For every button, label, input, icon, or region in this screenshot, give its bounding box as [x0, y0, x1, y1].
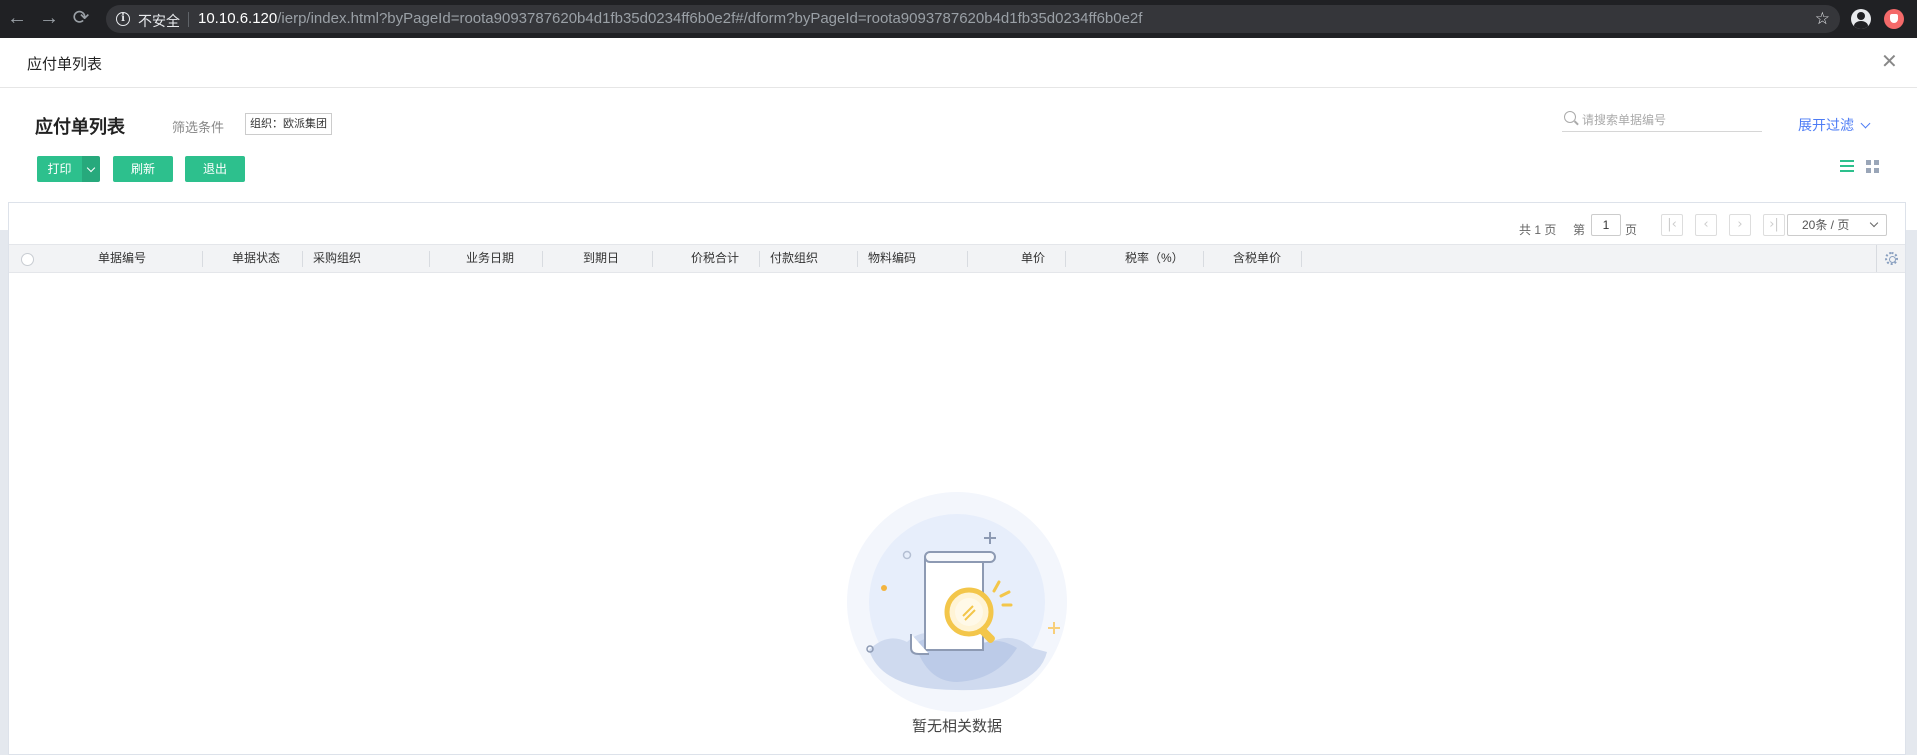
column-header[interactable]: 单价: [1021, 245, 1045, 272]
column-divider[interactable]: [542, 251, 543, 267]
back-arrow-icon[interactable]: ←: [6, 8, 28, 30]
security-status[interactable]: 不安全: [138, 11, 180, 31]
column-header[interactable]: 税率（%）: [1125, 245, 1184, 272]
refresh-button[interactable]: 刷新: [113, 156, 173, 182]
bookmark-star-icon[interactable]: ☆: [1815, 9, 1830, 29]
column-header[interactable]: 价税合计: [691, 245, 739, 272]
column-header[interactable]: 单据编号: [98, 245, 146, 272]
column-divider[interactable]: [1065, 251, 1066, 267]
grid-view-icon[interactable]: [1866, 160, 1879, 173]
search-input[interactable]: [1582, 110, 1760, 130]
close-icon[interactable]: ✕: [1881, 52, 1898, 72]
reload-icon[interactable]: ⟳: [70, 8, 92, 30]
chevron-down-icon: [1860, 118, 1871, 129]
window-title: 应付单列表: [27, 56, 103, 73]
column-header[interactable]: 付款组织: [770, 245, 818, 272]
first-page-icon[interactable]: |‹: [1661, 214, 1683, 236]
column-divider[interactable]: [1301, 251, 1302, 267]
column-header[interactable]: 到期日: [583, 245, 619, 272]
select-all-checkbox[interactable]: [21, 253, 34, 266]
print-button[interactable]: 打印: [37, 156, 82, 182]
search-box: [1562, 110, 1762, 132]
browser-toolbar: ← → ⟳ i 不安全 10.10.6.120/ierp/index.html?…: [0, 0, 1917, 38]
url-text[interactable]: 10.10.6.120/ierp/index.html?byPageId=roo…: [198, 10, 1142, 27]
filter-tag[interactable]: 组织：欧派集团: [245, 113, 332, 135]
column-header[interactable]: 采购组织: [313, 245, 361, 272]
table-panel: 共 1 页 第 1 页 |‹ ‹ › ›| 20条 / 页 单据编号 单据状态 …: [8, 202, 1906, 755]
page-size-value: 20条 / 页: [1802, 218, 1850, 232]
search-icon[interactable]: [1564, 111, 1576, 123]
gear-icon[interactable]: [1885, 252, 1898, 265]
column-divider[interactable]: [1203, 251, 1204, 267]
column-divider[interactable]: [759, 251, 760, 267]
extension-icon[interactable]: [1884, 9, 1904, 29]
prev-page-icon[interactable]: ‹: [1695, 214, 1717, 236]
expand-filter-label: 展开过滤: [1798, 117, 1854, 133]
forward-arrow-icon[interactable]: →: [38, 8, 60, 30]
column-divider[interactable]: [857, 251, 858, 267]
column-divider[interactable]: [967, 251, 968, 267]
url-path: /ierp/index.html?byPageId=roota909378762…: [277, 10, 1143, 27]
column-divider[interactable]: [652, 251, 653, 267]
url-divider: [188, 12, 189, 27]
list-view-icon[interactable]: [1840, 160, 1854, 172]
page: 应付单列表 ✕ 应付单列表 筛选条件 组织：欧派集团 展开过滤 打印 刷新 退出…: [0, 38, 1917, 755]
page-number-input[interactable]: 1: [1591, 214, 1621, 236]
last-page-icon[interactable]: ›|: [1763, 214, 1785, 236]
pager-total: 共 1 页: [1519, 223, 1557, 237]
column-header[interactable]: 物料编码: [868, 245, 916, 272]
empty-state-illustration: [847, 492, 1067, 712]
column-divider[interactable]: [202, 251, 203, 267]
filter-label: 筛选条件: [172, 120, 225, 135]
page-title: 应付单列表: [35, 117, 125, 137]
page-size-select[interactable]: 20条 / 页: [1787, 214, 1887, 236]
url-host: 10.10.6.120: [198, 10, 278, 27]
address-bar[interactable]: i 不安全 10.10.6.120/ierp/index.html?byPage…: [106, 5, 1840, 33]
profile-avatar-icon[interactable]: [1851, 9, 1871, 29]
chevron-down-icon: [86, 163, 96, 173]
next-page-icon[interactable]: ›: [1729, 214, 1751, 236]
exit-button[interactable]: 退出: [185, 156, 245, 182]
column-header[interactable]: 单据状态: [232, 245, 280, 272]
column-header[interactable]: 含税单价: [1233, 245, 1281, 272]
expand-filter-link[interactable]: 展开过滤: [1798, 115, 1871, 135]
empty-state-message: 暂无相关数据: [911, 718, 1002, 735]
column-header[interactable]: 业务日期: [466, 245, 514, 272]
chevron-down-icon: [1869, 218, 1879, 228]
column-divider[interactable]: [302, 251, 303, 267]
print-dropdown-button[interactable]: [82, 156, 100, 182]
pager-prefix: 第: [1573, 223, 1586, 237]
table-header: 单据编号 单据状态 采购组织 业务日期 到期日 价税合计 付款组织 物料编码 单…: [9, 244, 1905, 273]
info-icon[interactable]: i: [116, 12, 130, 26]
column-divider[interactable]: [429, 251, 430, 267]
pager-suffix: 页: [1625, 223, 1638, 237]
window-title-bar: 应付单列表 ✕: [0, 38, 1917, 88]
column-settings[interactable]: [1876, 245, 1905, 272]
